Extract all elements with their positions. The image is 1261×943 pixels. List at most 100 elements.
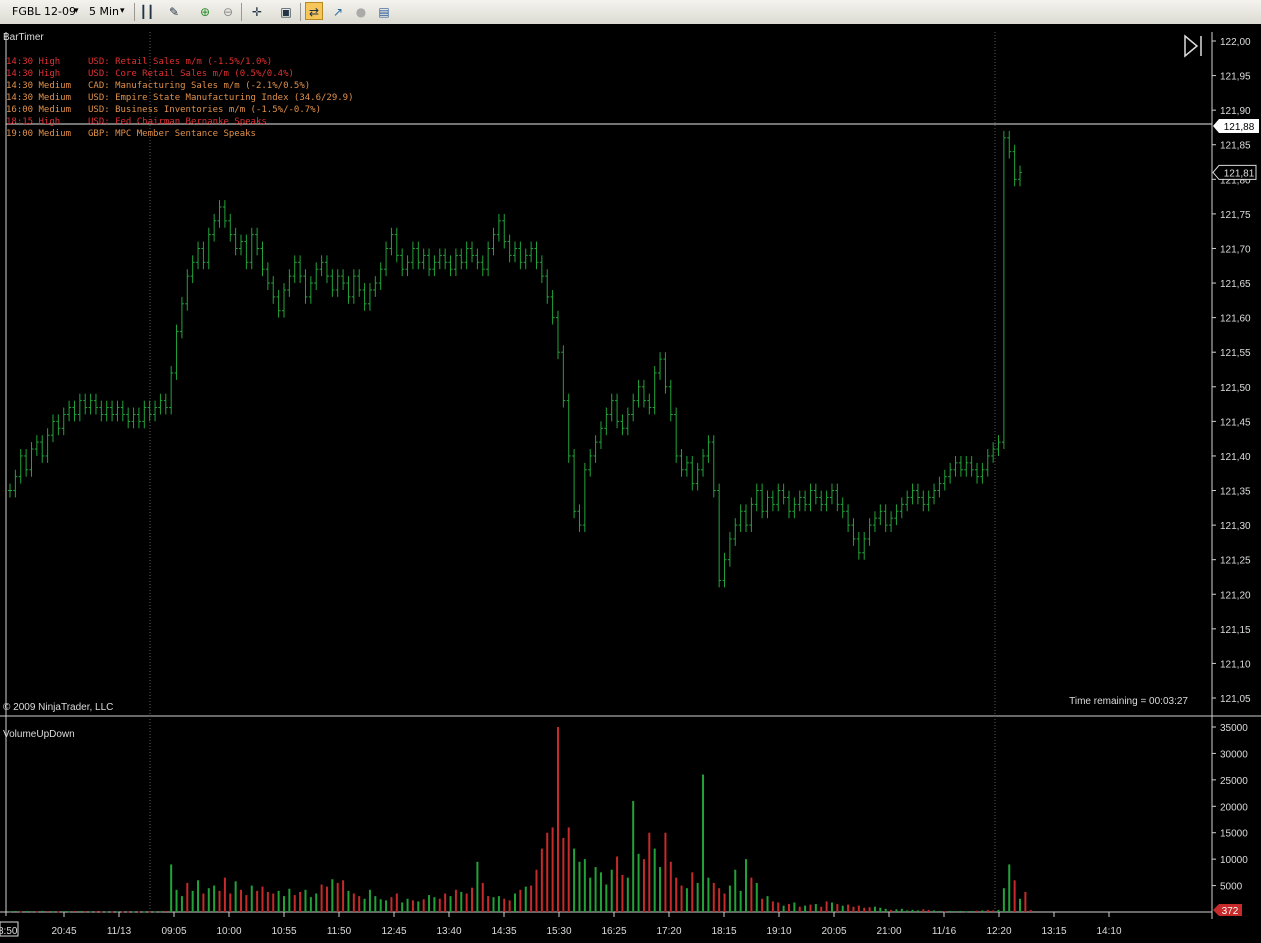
volume-bar: [777, 902, 780, 912]
properties-icon[interactable]: ▣: [277, 3, 295, 21]
chart-canvas[interactable]: 122,00121,95121,90121,85121,80121,75121,…: [0, 24, 1261, 943]
volume-bar: [1008, 864, 1011, 912]
volume-bar: [272, 893, 275, 912]
volume-bar: [503, 898, 506, 912]
volume-bar: [863, 907, 866, 912]
news-time: 14:30 Medium: [6, 93, 71, 103]
time-tick-label: 17:20: [656, 926, 681, 937]
news-headline: GBP: MPC Member Sentance Speaks: [88, 129, 256, 139]
volume-bar: [685, 888, 688, 912]
draw-tool-icon[interactable]: ✎: [165, 3, 183, 21]
volume-bar: [299, 891, 302, 912]
volume-bar: [207, 888, 210, 912]
volume-bar: [331, 879, 334, 912]
volume-bar: [261, 886, 264, 912]
volume-bar: [492, 897, 495, 912]
interval-dropdown-icon[interactable]: ▾: [120, 3, 125, 20]
volume-bar: [610, 869, 613, 912]
volume-bar: [632, 801, 635, 912]
time-tick-label: 19:10: [766, 926, 791, 937]
time-tick-label: 12:20: [986, 926, 1011, 937]
news-headline: CAD: Manufacturing Sales m/m (-2.1%/0.5%…: [88, 81, 310, 91]
volume-bar: [454, 889, 457, 912]
volume-bar: [213, 885, 216, 912]
volume-bar: [9, 911, 11, 913]
volume-bar: [530, 885, 533, 912]
volume-bar: [19, 911, 22, 913]
time-tick-label: 14:10: [1096, 926, 1121, 937]
volume-bar: [256, 890, 259, 912]
volume-bar: [514, 893, 516, 912]
volume-bar: [997, 909, 1000, 912]
crosshair-icon[interactable]: ✛: [248, 3, 266, 21]
news-time: 19:00 Medium: [6, 129, 71, 139]
volume-bar: [84, 911, 87, 913]
time-tick-label: 09:05: [161, 926, 186, 937]
price-tick-label: 121,95: [1220, 72, 1251, 83]
price-tick-label: 121,90: [1220, 106, 1251, 117]
volume-bar: [449, 896, 452, 912]
zoom-out-icon[interactable]: ⊖: [219, 3, 237, 21]
volume-bar: [282, 896, 285, 912]
volume-bar: [148, 911, 151, 913]
bar-type-icon[interactable]: ┃┃: [138, 3, 156, 21]
zoom-in-icon[interactable]: ⊕: [196, 3, 214, 21]
instrument-selector[interactable]: FGBL 12-09: [12, 3, 76, 20]
volume-bar: [137, 911, 140, 913]
volume-bar: [879, 907, 882, 912]
time-tick-label: 12:45: [381, 926, 406, 937]
volume-bar: [535, 869, 538, 912]
volume-bar: [508, 900, 511, 912]
volume-bar: [116, 911, 119, 913]
volume-bar: [981, 910, 984, 912]
volume-bar: [250, 885, 253, 912]
volume-tick-label: 35000: [1220, 723, 1248, 734]
volume-bar: [712, 882, 715, 912]
volume-bar: [959, 910, 962, 912]
volume-bar: [820, 906, 823, 912]
price-tick-label: 121,05: [1220, 694, 1251, 705]
toolbar-separator: [134, 3, 135, 21]
news-headline: USD: Fed Chairman Bernanke Speaks: [88, 117, 267, 127]
volume-bar: [970, 910, 973, 912]
volume-bar: [358, 896, 361, 912]
volume-bar: [234, 881, 237, 912]
volume-bar: [304, 889, 307, 912]
volume-bar: [411, 900, 414, 912]
volume-bar: [616, 856, 619, 912]
volume-bar: [734, 869, 737, 912]
volume-bar: [1029, 910, 1032, 912]
news-time: 14:30 High: [6, 57, 60, 67]
last-price-marker-text: 121,88: [1224, 122, 1255, 133]
volume-bar: [379, 899, 382, 912]
volume-bar: [804, 905, 807, 912]
volume-bar: [159, 911, 162, 913]
volume-bar: [1013, 880, 1016, 912]
price-tick-label: 121,10: [1220, 659, 1251, 670]
volume-bar: [916, 910, 919, 912]
time-tick-label: 18:15: [711, 926, 736, 937]
volume-bar: [927, 909, 930, 912]
volume-bar: [68, 911, 71, 913]
time-tick-label: 20:45: [51, 926, 76, 937]
interval-selector[interactable]: 5 Min: [89, 3, 119, 20]
misc-icon[interactable]: ●: [352, 3, 370, 21]
volume-bar: [723, 893, 726, 912]
data-box-icon[interactable]: ▤: [375, 3, 393, 21]
volume-bar: [154, 911, 157, 913]
volume-bar: [202, 893, 205, 912]
price-tick-label: 121,75: [1220, 210, 1251, 221]
volume-bar: [938, 910, 941, 912]
instrument-dropdown-icon[interactable]: ▾: [74, 3, 79, 20]
strategy-icon[interactable]: ↗: [329, 3, 347, 21]
chart-trader-icon[interactable]: ⇄: [305, 2, 323, 20]
volume-bar: [664, 832, 667, 912]
time-tick-label: 20:05: [821, 926, 846, 937]
volume-bar: [873, 906, 876, 912]
volume-bar: [476, 861, 479, 912]
volume-bar: [965, 911, 968, 913]
volume-bar: [573, 848, 576, 912]
news-time: 14:30 High: [6, 69, 60, 79]
volume-bar: [782, 905, 785, 912]
volume-tick-label: 20000: [1220, 802, 1248, 813]
